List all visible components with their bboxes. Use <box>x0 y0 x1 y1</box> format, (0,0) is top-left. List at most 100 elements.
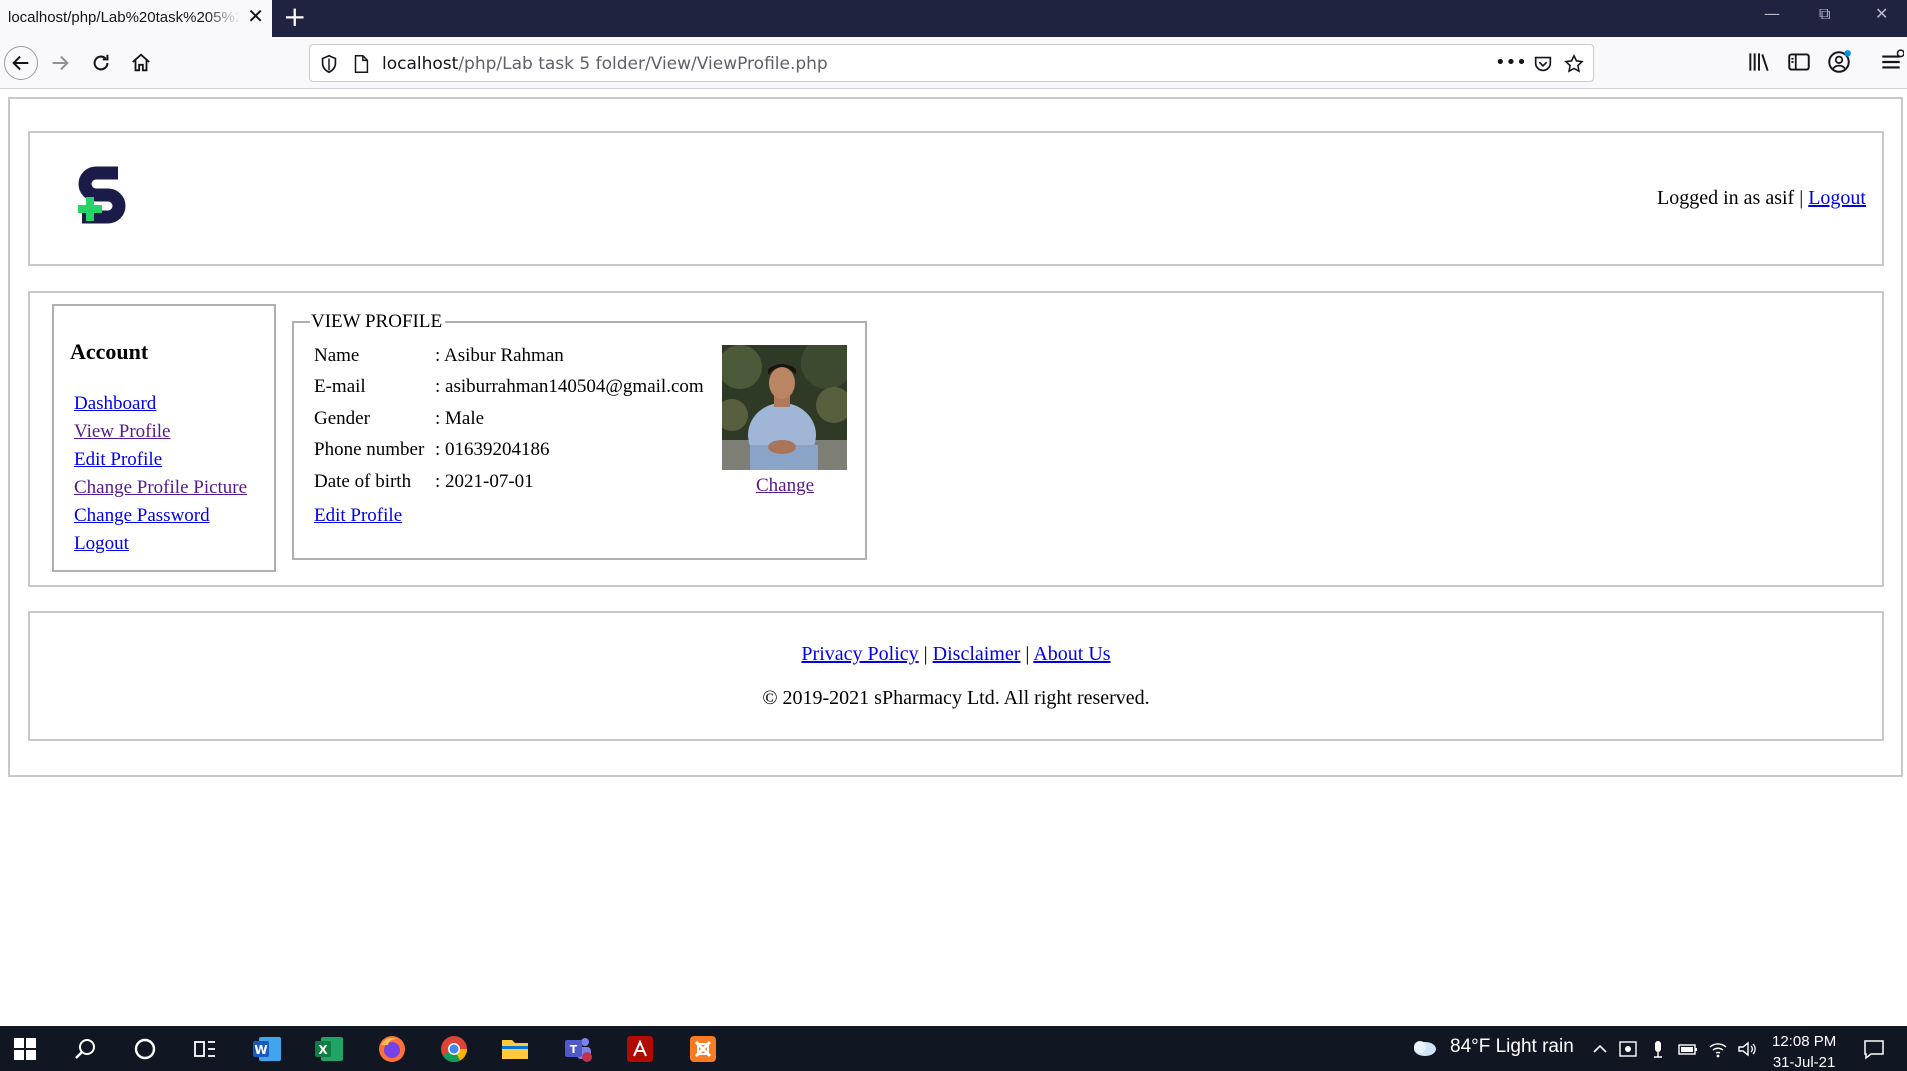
dashboard-link[interactable]: Dashboard <box>74 393 156 414</box>
screen-capture-icon[interactable] <box>1618 1040 1638 1058</box>
menu-icon[interactable] <box>1878 49 1904 75</box>
notification-icon[interactable] <box>1863 1038 1885 1060</box>
sidebar-menu: Dashboard View Profile Edit Profile Chan… <box>74 392 247 560</box>
page-icon[interactable] <box>350 53 372 75</box>
page-container: Logged in as asif | Logout Account Dashb… <box>8 97 1903 777</box>
phone-label: Phone number <box>314 439 425 460</box>
battery-icon[interactable] <box>1678 1040 1698 1058</box>
disclaimer-link[interactable]: Disclaimer <box>933 643 1021 665</box>
name-label: Name <box>314 345 360 366</box>
minimize-button[interactable]: — <box>1764 4 1780 23</box>
task-view-icon[interactable] <box>190 1034 220 1064</box>
pharmacy-logo[interactable] <box>74 161 134 233</box>
header-separator: | <box>1799 187 1804 209</box>
account-icon[interactable] <box>1826 49 1852 75</box>
change-picture-link[interactable]: Change <box>756 475 814 497</box>
phone-value: : 01639204186 <box>435 439 550 460</box>
gender-value: : Male <box>435 408 485 429</box>
site-footer: Privacy Policy | Disclaimer | About Us ©… <box>28 611 1884 741</box>
chevron-up-icon[interactable] <box>1590 1040 1610 1058</box>
microphone-icon[interactable] <box>1648 1040 1668 1058</box>
firefox-icon[interactable] <box>377 1034 407 1064</box>
close-tab-icon[interactable]: ✕ <box>247 6 264 28</box>
clock-date: 31-Jul-21 <box>1772 1054 1836 1071</box>
view-profile-link[interactable]: View Profile <box>74 421 170 442</box>
header-logout-link[interactable]: Logout <box>1808 187 1866 209</box>
edit-profile-link[interactable]: Edit Profile <box>314 505 402 527</box>
star-icon[interactable] <box>1563 53 1585 75</box>
word-icon[interactable]: W <box>253 1034 283 1064</box>
sidebar-item-view-profile: View Profile <box>74 420 247 448</box>
footer-links: Privacy Policy | Disclaimer | About Us <box>30 643 1882 666</box>
profile-picture <box>722 345 847 470</box>
sidebar-logout-link[interactable]: Logout <box>74 533 129 554</box>
about-us-link[interactable]: About Us <box>1033 643 1110 665</box>
clock[interactable]: 12:08 PM 31-Jul-21 <box>1772 1031 1836 1071</box>
weather-text[interactable]: 84°F Light rain <box>1450 1036 1574 1058</box>
privacy-policy-link[interactable]: Privacy Policy <box>801 643 918 665</box>
cortana-icon[interactable] <box>130 1034 160 1064</box>
tab-title: localhost/php/Lab%20task%205%20folder/Vi… <box>8 9 240 26</box>
svg-text:W: W <box>254 1043 267 1057</box>
reload-icon <box>93 54 109 71</box>
profile-photo-icon <box>722 345 847 470</box>
profile-fieldset: VIEW PROFILE Name : Asibur Rahman E-mail… <box>292 311 867 560</box>
change-password-link[interactable]: Change Password <box>74 505 210 526</box>
gender-label: Gender <box>314 408 370 429</box>
dob-label: Date of birth <box>314 471 412 492</box>
clock-time: 12:08 PM <box>1772 1033 1837 1050</box>
browser-tab[interactable]: localhost/php/Lab%20task%205%20folder/Vi… <box>0 0 272 37</box>
reload-button[interactable] <box>85 47 117 79</box>
logged-in-text: Logged in as asif <box>1657 187 1795 209</box>
site-header: Logged in as asif | Logout <box>28 131 1884 266</box>
acrobat-icon[interactable] <box>625 1034 655 1064</box>
url-host: localhost <box>382 54 459 74</box>
footer-separator: | <box>1025 643 1030 665</box>
xampp-icon[interactable] <box>688 1034 718 1064</box>
teams-icon[interactable]: T <box>563 1034 593 1064</box>
email-label: E-mail <box>314 376 366 397</box>
main-content: Account Dashboard View Profile Edit Prof… <box>28 291 1884 587</box>
footer-separator: | <box>923 643 928 665</box>
url-text[interactable]: localhost/php/Lab task 5 folder/View/Vie… <box>382 54 828 74</box>
search-icon[interactable] <box>70 1034 100 1064</box>
svg-text:T: T <box>570 1043 578 1056</box>
account-sidebar: Account Dashboard View Profile Edit Prof… <box>52 304 276 572</box>
volume-icon[interactable] <box>1737 1040 1757 1058</box>
windows-taskbar: W X T 84°F Light rain 12:08 PM 31-Jul-21 <box>0 1026 1907 1071</box>
forward-icon <box>52 55 69 71</box>
sidebar-title: Account <box>70 339 149 364</box>
sidebar-icon[interactable] <box>1786 49 1812 75</box>
browser-nav-bar: localhost/php/Lab task 5 folder/View/Vie… <box>0 37 1907 89</box>
forward-button[interactable] <box>44 47 76 79</box>
weather-cloud-icon[interactable] <box>1410 1038 1438 1058</box>
home-button[interactable] <box>125 47 157 79</box>
profile-legend: VIEW PROFILE <box>310 311 446 333</box>
shield-icon[interactable] <box>318 53 340 75</box>
sidebar-item-edit-profile: Edit Profile <box>74 448 247 476</box>
url-path: /php/Lab task 5 folder/View/ViewProfile.… <box>458 54 828 74</box>
wifi-icon[interactable] <box>1708 1040 1728 1058</box>
url-bar[interactable]: localhost/php/Lab task 5 folder/View/Vie… <box>309 44 1594 82</box>
home-icon <box>132 53 150 72</box>
more-actions-icon[interactable]: ••• <box>1495 52 1527 73</box>
windows-start-icon[interactable] <box>10 1034 40 1064</box>
library-icon[interactable] <box>1746 49 1772 75</box>
name-value: : Asibur Rahman <box>435 345 564 366</box>
file-explorer-icon[interactable] <box>500 1034 530 1064</box>
new-tab-button[interactable]: + <box>283 3 306 31</box>
logo-icon <box>78 166 126 224</box>
browser-tab-bar: localhost/php/Lab%20task%205%20folder/Vi… <box>0 0 1907 37</box>
dob-value: : 2021-07-01 <box>435 471 534 492</box>
back-icon <box>12 55 29 71</box>
change-profile-picture-link[interactable]: Change Profile Picture <box>74 477 247 498</box>
pocket-icon[interactable] <box>1532 53 1554 75</box>
edit-profile-sidebar-link[interactable]: Edit Profile <box>74 449 162 470</box>
close-window-button[interactable]: ✕ <box>1875 4 1888 23</box>
back-button[interactable] <box>4 46 38 80</box>
excel-icon[interactable]: X <box>315 1034 345 1064</box>
restore-button[interactable]: ⧉ <box>1819 4 1830 24</box>
copyright-text: © 2019-2021 sPharmacy Ltd. All right res… <box>762 687 1150 709</box>
chrome-icon[interactable] <box>439 1034 469 1064</box>
svg-text:X: X <box>318 1043 328 1057</box>
